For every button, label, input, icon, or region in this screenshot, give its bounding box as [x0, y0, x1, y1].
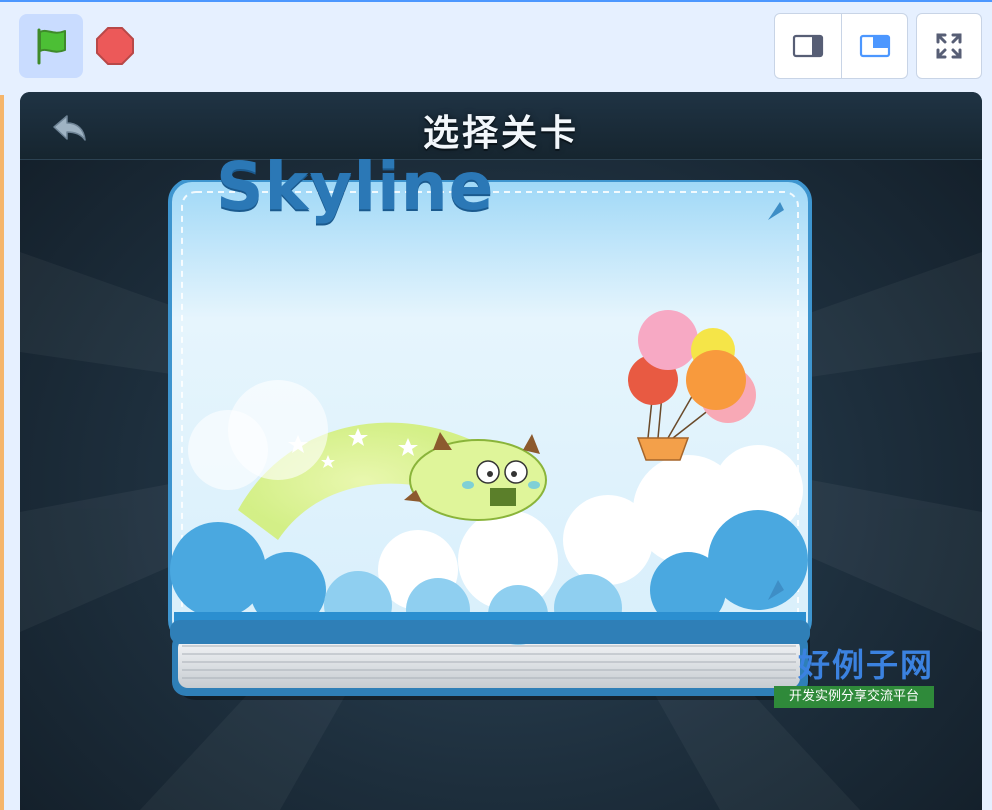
normal-stage-button[interactable]: [841, 14, 907, 78]
fullscreen-button[interactable]: [916, 13, 982, 79]
stop-sign-icon: [96, 27, 134, 65]
level-title: Skyline: [216, 148, 495, 225]
stage-size-toggle: [774, 13, 908, 79]
fullscreen-icon: [936, 33, 962, 59]
left-panel-edge: [0, 95, 4, 810]
normal-stage-icon: [859, 34, 890, 58]
watermark-sub: 开发实例分享交流平台: [774, 686, 934, 708]
watermark: 好例子网 开发实例分享交流平台: [774, 640, 958, 710]
level-book-skyline[interactable]: [168, 180, 812, 700]
stop-button[interactable]: [83, 14, 147, 78]
green-flag-button[interactable]: [19, 14, 83, 78]
top-accent-line: [0, 0, 992, 2]
stage-header: 选择关卡: [20, 92, 982, 160]
watermark-main: 好例子网: [797, 646, 934, 684]
green-flag-icon: [37, 28, 66, 65]
small-stage-button[interactable]: [775, 14, 841, 78]
small-stage-icon: [792, 34, 824, 58]
page-title: 选择关卡: [422, 113, 579, 154]
stage-toolbar: [0, 0, 992, 92]
